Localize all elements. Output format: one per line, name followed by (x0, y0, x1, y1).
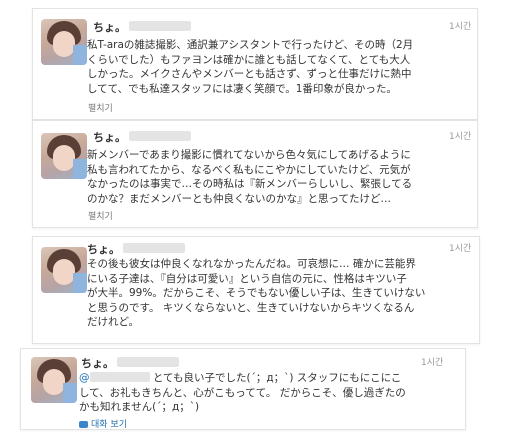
mention-link[interactable]: @ (79, 372, 90, 384)
user-name[interactable]: ちょ。 (81, 355, 114, 371)
view-conversation-link[interactable]: 대화 보기 (79, 417, 127, 430)
user-handle-redacted[interactable] (123, 243, 185, 253)
conversation-icon (79, 421, 88, 428)
tweet-card: ちょ。 1시간 新メンバーであまり撮影に慣れてないから色々気にしてあげるように … (32, 120, 478, 228)
user-handle-redacted[interactable] (129, 131, 191, 141)
user-handle-redacted[interactable] (117, 357, 179, 367)
user-name[interactable]: ちょ。 (93, 129, 126, 145)
user-name[interactable]: ちょ。 (93, 19, 126, 35)
avatar[interactable] (41, 133, 87, 179)
avatar[interactable] (41, 247, 87, 293)
avatar[interactable] (31, 357, 77, 403)
mention-redacted[interactable] (89, 372, 150, 382)
tweet-text: その後も彼女は仲良くなれなかったんだね。可哀想に… 確かに芸能界 にいる子達は、… (87, 258, 426, 328)
tweet-time[interactable]: 1시간 (449, 129, 471, 142)
tweet-text: 私T-araの雑誌撮影、通訳兼アシスタントで行ったけど、その時（2月 くらいでし… (87, 39, 414, 95)
avatar[interactable] (41, 19, 87, 65)
tweet-text: 新メンバーであまり撮影に慣れてないから色々気にしてあげるように 私も言われてたか… (87, 149, 413, 205)
tweet-time[interactable]: 1시간 (449, 19, 471, 32)
user-name[interactable]: ちょ。 (87, 241, 120, 257)
user-handle-redacted[interactable] (129, 21, 191, 31)
expand-link[interactable]: 펼치기 (88, 101, 113, 114)
expand-link[interactable]: 펼치기 (88, 209, 113, 222)
tweet-card: ちょ。 1시간 その後も彼女は仲良くなれなかったんだね。可哀想に… 確かに芸能界… (32, 236, 480, 344)
tweet-card: ちょ。 1시간 @ とても良い子でした(´；д；`) スタッフにもにこにこ して… (20, 348, 466, 430)
tweet-text: @ とても良い子でした(´；д；`) スタッフにもにこにこ して、お礼もきちんと… (79, 372, 406, 413)
tweet-time[interactable]: 1시간 (449, 241, 471, 254)
tweet-time[interactable]: 1시간 (421, 355, 443, 368)
tweet-card: ちょ。 1시간 私T-araの雑誌撮影、通訳兼アシスタントで行ったけど、その時（… (32, 8, 478, 120)
